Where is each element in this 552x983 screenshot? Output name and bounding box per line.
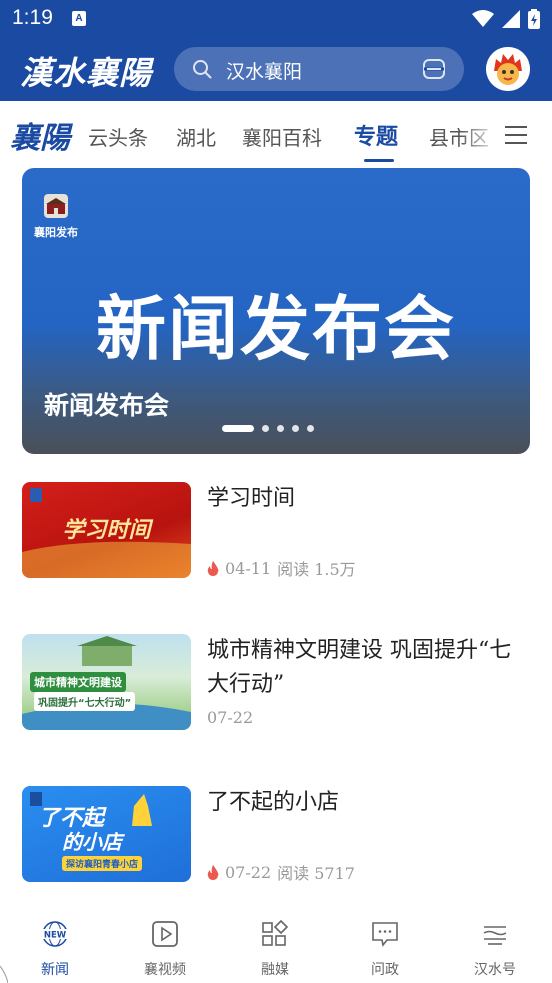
xiangyang-logo: 襄陽 [10, 121, 70, 156]
carousel-dots [222, 425, 314, 432]
city-gate-icon [44, 194, 68, 218]
carousel-dot-active[interactable] [222, 425, 254, 432]
signal-icon [502, 10, 520, 28]
nav-label: 襄视频 [144, 962, 186, 978]
news-thumbnail: 学习时间 [22, 482, 191, 578]
news-date: 07-22 [225, 862, 272, 882]
news-reads: 阅读 1.5万 [277, 560, 356, 579]
news-title: 学习时间 [207, 486, 296, 511]
search-text: 汉水襄阳 [226, 61, 303, 83]
tab-zhuanti[interactable]: 专题 [354, 119, 398, 151]
search-icon [193, 60, 212, 79]
news-date: 04-11 [225, 558, 272, 578]
banner-caption: 新闻发布会 [44, 391, 170, 420]
thumbnail-caption-2: 的小店 [62, 830, 122, 854]
corner-mark [0, 966, 8, 983]
status-time: 1:19 [12, 6, 53, 29]
thumbnail-caption: 学习时间 [62, 518, 151, 543]
app-header: 漢水襄陽 汉水襄阳 [0, 40, 552, 101]
nav-label: 新闻 [41, 962, 69, 978]
notification-a-icon: A [72, 11, 86, 26]
news-item-little-shop[interactable]: 了不起 的小店 探访襄阳青春小店 了不起的小店 07-22 阅读 5717 [22, 786, 530, 884]
search-bar[interactable]: 汉水襄阳 [174, 47, 464, 91]
news-meta: 07-22 [207, 708, 253, 727]
news-globe-icon: NEW [42, 921, 68, 947]
hot-fire-icon [207, 864, 219, 880]
nav-label: 汉水号 [474, 962, 516, 978]
nav-label: 问政 [371, 962, 399, 978]
news-reads: 阅读 5717 [277, 864, 355, 883]
news-icon-text: NEW [44, 931, 67, 941]
nav-news[interactable]: NEW 新闻 [0, 919, 110, 979]
bottom-navigation: NEW 新闻 襄视频 融媒 问政 汉水号 [0, 905, 552, 983]
channel-tabs: 襄陽 云头条 湖北 襄阳百科 专题 县市区 [0, 101, 552, 165]
news-item-civilization[interactable]: 城市精神文明建设 巩固提升“七大行动” 城市精神文明建设 巩固提升“七大行动” … [22, 634, 530, 730]
nav-media[interactable]: 融媒 [220, 919, 330, 979]
featured-banner[interactable]: 襄阳发布 新闻发布会 新闻发布会 [22, 168, 530, 454]
thumbnail-caption-3: 探访襄阳青春小店 [62, 856, 143, 871]
carousel-dot[interactable] [307, 425, 314, 432]
nav-label: 融媒 [261, 962, 289, 978]
banner-source-label: 襄阳发布 [34, 226, 78, 239]
tab-hubei[interactable]: 湖北 [176, 122, 216, 151]
system-status-icons [472, 9, 540, 29]
news-thumbnail: 了不起 的小店 探访襄阳青春小店 [22, 786, 191, 882]
thumbnail-caption-1: 城市精神文明建设 [30, 672, 126, 692]
active-tab-indicator [364, 159, 394, 162]
banner-headline: 新闻发布会 [96, 288, 456, 370]
video-play-icon [152, 921, 178, 947]
nav-hanshui-account[interactable]: 汉水号 [440, 919, 550, 979]
tab-xiangyang-baike[interactable]: 襄阳百科 [242, 122, 322, 151]
waves-icon [483, 926, 507, 945]
hot-fire-icon [207, 560, 219, 576]
carousel-dot[interactable] [262, 425, 269, 432]
user-avatar[interactable] [486, 47, 530, 91]
carousel-dot[interactable] [292, 425, 299, 432]
news-title: 城市精神文明建设 巩固提升“七大行动” [207, 638, 512, 697]
thumbnail-caption-2: 巩固提升“七大行动” [34, 692, 136, 711]
mascot-avatar-icon [486, 47, 530, 91]
news-thumbnail: 城市精神文明建设 巩固提升“七大行动” [22, 634, 191, 730]
wifi-icon [472, 10, 494, 27]
nav-video[interactable]: 襄视频 [110, 919, 220, 979]
tab-yuntoutiao[interactable]: 云头条 [88, 122, 148, 151]
news-date: 07-22 [207, 708, 254, 727]
carousel-dot[interactable] [277, 425, 284, 432]
status-bar: 1:19 A [0, 0, 552, 40]
grid-icon [262, 919, 289, 946]
nav-inquiry[interactable]: 问政 [330, 919, 440, 979]
battery-icon [528, 9, 540, 29]
news-title: 了不起的小店 [207, 790, 340, 815]
scan-icon[interactable] [422, 58, 446, 80]
news-meta: 04-11 阅读 1.5万 [207, 556, 356, 580]
channel-menu-icon[interactable] [505, 125, 527, 145]
banner-source-badge: 襄阳发布 [34, 194, 78, 240]
app-logo: 漢水襄陽 [20, 54, 153, 92]
news-meta: 07-22 阅读 5717 [207, 860, 355, 884]
tab-fade [460, 101, 500, 165]
chat-icon [372, 922, 398, 947]
news-item-study-time[interactable]: 学习时间 学习时间 04-11 阅读 1.5万 [22, 482, 530, 580]
